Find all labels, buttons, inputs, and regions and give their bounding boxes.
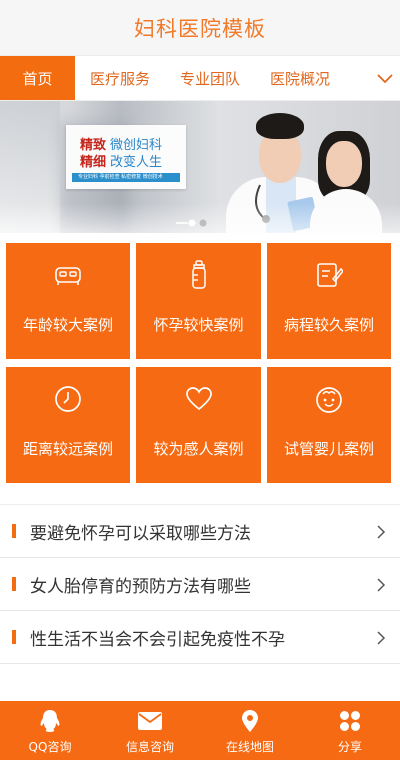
baby-bottle-icon [184, 260, 214, 290]
case-age-older[interactable]: 年龄较大案例 [6, 243, 130, 359]
case-label: 年龄较大案例 [22, 316, 113, 334]
footer-label: 分享 [337, 740, 362, 754]
article-list: 要避免怀孕可以采取哪些方法 女人胎停育的预防方法有哪些 性生活不当会不会引起免疫… [0, 504, 400, 664]
qq-consult-button[interactable]: QQ咨询 [0, 701, 100, 760]
article-title: 要避免怀孕可以采取哪些方法 [30, 523, 251, 544]
case-touching[interactable]: 较为感人案例 [136, 367, 261, 483]
list-marker [12, 630, 16, 644]
baby-face-icon [314, 384, 344, 414]
case-fast-pregnancy[interactable]: 怀孕较快案例 [136, 243, 261, 359]
clock-icon [53, 384, 83, 414]
envelope-icon [137, 709, 163, 733]
chevron-down-icon[interactable] [370, 56, 400, 101]
message-consult-button[interactable]: 信息咨询 [100, 701, 200, 760]
bed-icon [53, 260, 83, 290]
carousel-dots[interactable] [176, 218, 208, 228]
bottom-toolbar: QQ咨询 信息咨询 在线地图 分享 [0, 701, 400, 760]
promo-line2-red: 精细 [80, 155, 107, 170]
main-nav: 首页 医疗服务 专业团队 医院概况 [0, 56, 400, 101]
case-label: 怀孕较快案例 [153, 316, 244, 334]
footer-label: QQ咨询 [28, 740, 72, 754]
heart-icon [184, 384, 214, 414]
case-label: 病程较久案例 [283, 316, 374, 334]
footer-label: 信息咨询 [125, 740, 174, 754]
share-grid-icon [339, 709, 361, 733]
case-label: 距离较远案例 [22, 440, 113, 458]
article-title: 女人胎停育的预防方法有哪些 [30, 576, 251, 597]
case-far-distance[interactable]: 距离较远案例 [6, 367, 130, 483]
app-header: 妇科医院模板 [0, 0, 400, 56]
edit-note-icon [314, 260, 344, 290]
promo-line2-blue: 改变人生 [110, 155, 163, 170]
case-label: 较为感人案例 [153, 440, 244, 458]
online-map-button[interactable]: 在线地图 [200, 701, 300, 760]
chevron-right-icon [377, 578, 386, 592]
tab-team[interactable]: 专业团队 [165, 56, 255, 100]
chevron-right-icon [377, 525, 386, 539]
article-title: 性生活不当会不会引起免疫性不孕 [30, 629, 285, 650]
tab-hospital-overview[interactable]: 医院概况 [255, 56, 345, 100]
case-ivf[interactable]: 试管婴儿案例 [267, 367, 391, 483]
tab-home[interactable]: 首页 [0, 56, 75, 100]
share-button[interactable]: 分享 [300, 701, 400, 760]
case-label: 试管婴儿案例 [283, 440, 374, 458]
banner-promo-card: 精致 微创妇科 精细 改变人生 专业妇科 孕前检查 私密修复 微创技术 [66, 125, 186, 189]
list-item[interactable]: 要避免怀孕可以采取哪些方法 [0, 505, 400, 558]
case-grid: 年龄较大案例 怀孕较快案例 病程较久案例 距离较远案例 较为感人案例 试管婴儿案… [0, 233, 400, 483]
tab-medical-service[interactable]: 医疗服务 [75, 56, 165, 100]
map-pin-icon [241, 709, 259, 733]
case-long-course[interactable]: 病程较久案例 [267, 243, 391, 359]
list-marker [12, 524, 16, 538]
list-item[interactable]: 女人胎停育的预防方法有哪些 [0, 558, 400, 611]
chevron-right-icon [377, 631, 386, 645]
page-title: 妇科医院模板 [134, 16, 266, 41]
banner-carousel[interactable]: 精致 微创妇科 精细 改变人生 专业妇科 孕前检查 私密修复 微创技术 [0, 101, 400, 233]
list-item[interactable]: 性生活不当会不会引起免疫性不孕 [0, 611, 400, 664]
list-marker [12, 577, 16, 591]
promo-strip: 专业妇科 孕前检查 私密修复 微创技术 [72, 173, 180, 182]
footer-label: 在线地图 [225, 740, 274, 754]
qq-icon [39, 709, 61, 733]
